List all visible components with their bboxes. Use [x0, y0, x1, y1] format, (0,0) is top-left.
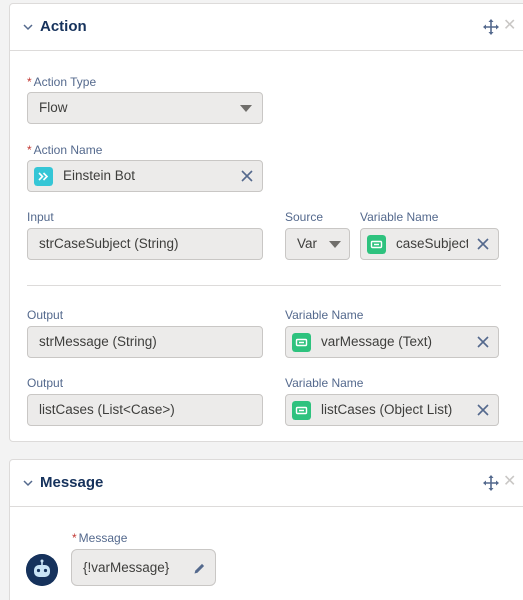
message-value: {!varMessage} — [83, 560, 170, 575]
output-label: Output — [27, 308, 64, 322]
action-name-value: Einstein Bot — [63, 168, 136, 183]
action-card-header: Action ✕ — [10, 4, 523, 51]
variable-icon — [292, 401, 311, 420]
einstein-bot-icon — [34, 167, 53, 186]
output-variable-label: Variable Name — [285, 376, 364, 390]
message-label: * Message — [72, 531, 128, 545]
action-type-select[interactable]: Flow — [27, 92, 263, 124]
edit-pencil-icon[interactable] — [193, 562, 206, 575]
output-variable-field[interactable]: varMessage (Text) — [285, 326, 499, 358]
source-label: Source — [285, 210, 324, 224]
source-value: Var — [297, 236, 318, 251]
clear-icon[interactable] — [241, 170, 253, 182]
action-type-value: Flow — [39, 100, 68, 115]
chevron-down-icon[interactable] — [22, 477, 34, 489]
move-icon[interactable] — [483, 19, 499, 35]
clear-icon[interactable] — [477, 336, 489, 348]
action-type-label: * Action Type — [27, 75, 97, 89]
output-field: listCases (List<Case>) — [27, 394, 263, 426]
message-card: Message ✕ * Message {!varMessage} — [9, 459, 523, 600]
input-value: strCaseSubject (String) — [39, 236, 179, 251]
output-variable-value: listCases (Object List) — [321, 402, 453, 417]
bot-avatar-icon — [26, 554, 58, 586]
close-icon[interactable]: ✕ — [503, 474, 516, 490]
divider — [27, 285, 501, 286]
variable-icon — [367, 235, 386, 254]
output-variable-field[interactable]: listCases (Object List) — [285, 394, 499, 426]
input-variable-field[interactable]: caseSubject — [360, 228, 499, 260]
clear-icon[interactable] — [477, 238, 489, 250]
input-field: strCaseSubject (String) — [27, 228, 263, 260]
dropdown-caret-icon — [329, 241, 341, 248]
input-variable-value: caseSubject — [396, 236, 468, 251]
input-label: Input — [27, 210, 54, 224]
output-value: strMessage (String) — [39, 334, 157, 349]
chevron-down-icon[interactable] — [22, 21, 34, 33]
message-card-title: Message — [40, 474, 104, 491]
source-select[interactable]: Var — [285, 228, 350, 260]
input-variable-label: Variable Name — [360, 210, 439, 224]
output-label: Output — [27, 376, 64, 390]
action-card-title: Action — [40, 18, 87, 35]
clear-icon[interactable] — [477, 404, 489, 416]
output-variable-value: varMessage (Text) — [321, 334, 433, 349]
output-variable-label: Variable Name — [285, 308, 364, 322]
dropdown-caret-icon — [240, 105, 252, 112]
move-icon[interactable] — [483, 475, 499, 491]
close-icon[interactable]: ✕ — [503, 18, 516, 34]
message-field[interactable]: {!varMessage} — [71, 549, 216, 586]
action-name-field[interactable]: Einstein Bot — [27, 160, 263, 192]
action-card: Action ✕ * Action Type Flow * Action Name … — [9, 3, 523, 442]
output-value: listCases (List<Case>) — [39, 402, 175, 417]
action-name-label: * Action Name — [27, 143, 103, 157]
message-card-header: Message ✕ — [10, 460, 523, 507]
output-field: strMessage (String) — [27, 326, 263, 358]
variable-icon — [292, 333, 311, 352]
